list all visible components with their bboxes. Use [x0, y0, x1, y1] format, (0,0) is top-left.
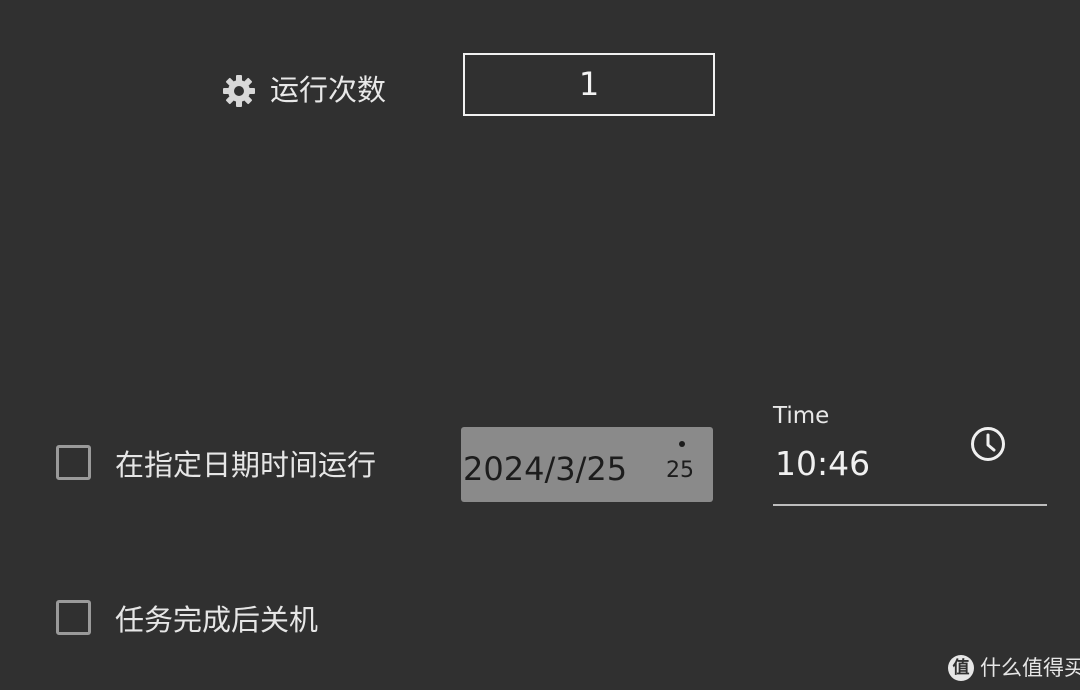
- gear-icon: [223, 75, 255, 107]
- shutdown-checkbox[interactable]: [56, 600, 91, 635]
- schedule-checkbox-label: 在指定日期时间运行: [115, 448, 377, 482]
- watermark-text: 什么值得买: [980, 656, 1080, 680]
- run-count-input[interactable]: [463, 53, 715, 116]
- clock-icon[interactable]: [969, 425, 1007, 463]
- watermark-logo: 值: [948, 655, 974, 681]
- shutdown-checkbox-label: 任务完成后关机: [115, 603, 319, 637]
- time-input-underline: [773, 504, 1047, 506]
- date-value: 2024/3/25: [463, 450, 628, 488]
- run-count-label: 运行次数: [270, 73, 387, 107]
- date-picker[interactable]: 2024/3/25 25: [461, 427, 713, 502]
- calendar-dot-icon: [679, 441, 685, 447]
- schedule-checkbox[interactable]: [56, 445, 91, 480]
- date-day-badge: 25: [666, 458, 694, 483]
- time-caption: Time: [773, 403, 830, 429]
- time-value[interactable]: 10:46: [775, 442, 870, 486]
